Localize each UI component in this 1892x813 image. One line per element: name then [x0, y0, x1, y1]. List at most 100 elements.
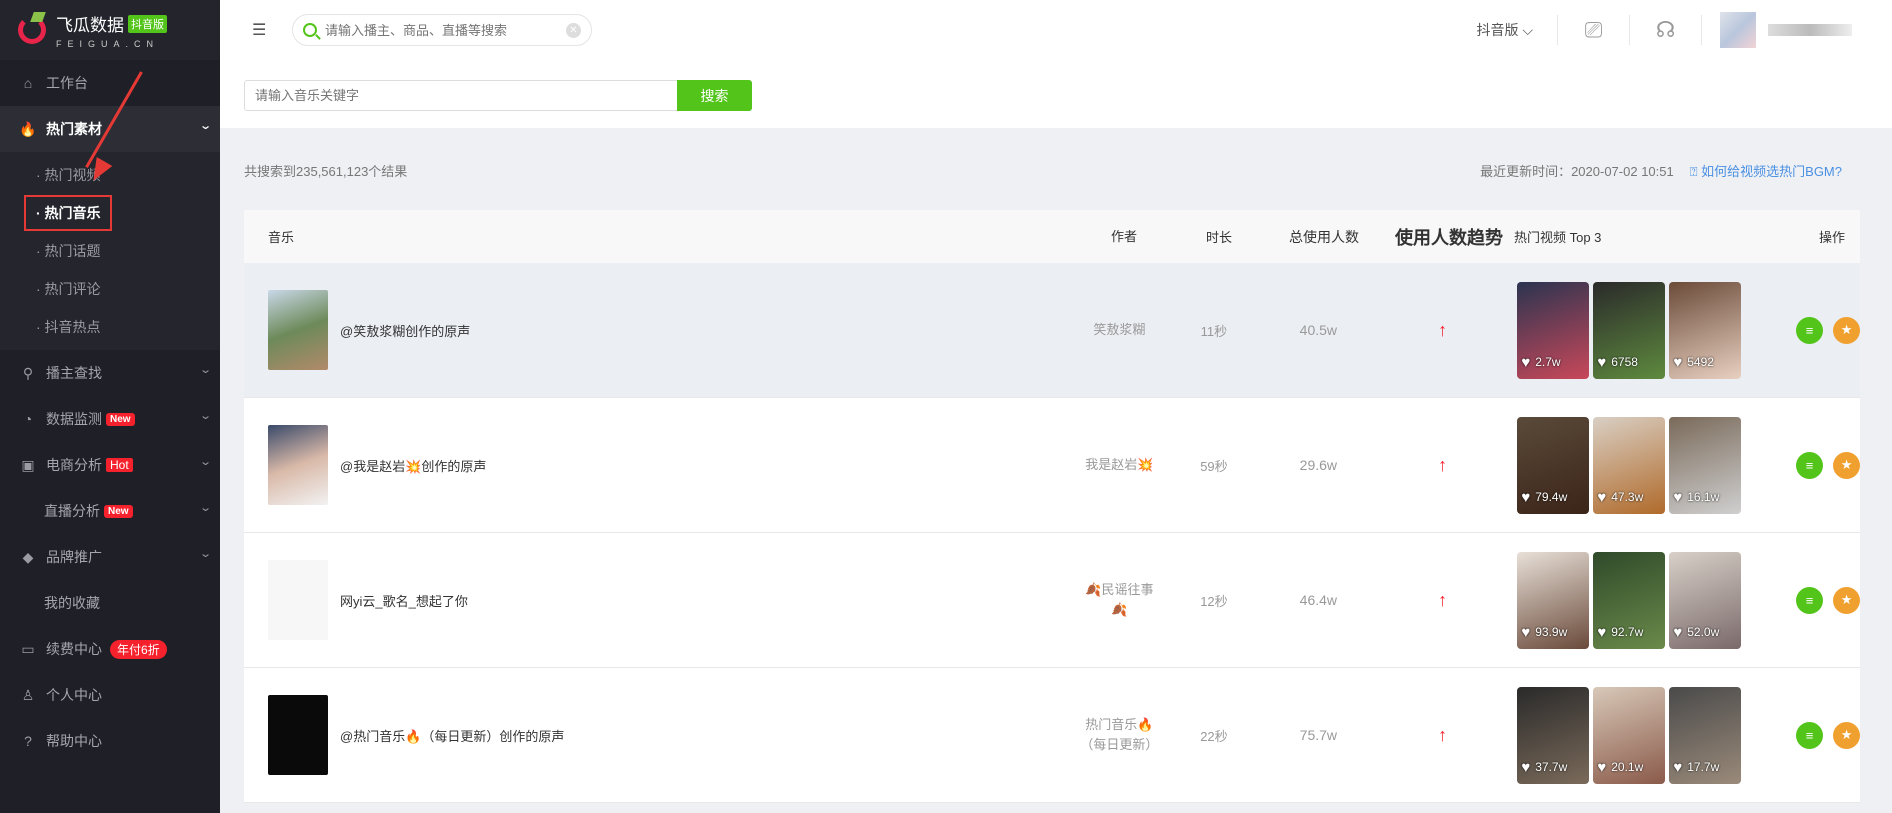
duration: 11秒: [1200, 323, 1228, 339]
sidebar-item-favorites[interactable]: 我的收藏: [0, 580, 220, 626]
sidebar-item-label: 电商分析: [46, 457, 102, 473]
favorite-button[interactable]: ★: [1833, 316, 1861, 344]
top-video-thumb[interactable]: ♥ 17.7w: [1669, 686, 1742, 784]
sidebar-item-label: 工作台: [46, 75, 88, 91]
top-video-thumb[interactable]: ♥ 2.7w: [1517, 281, 1590, 379]
top-video-thumb[interactable]: ♥ 93.9w: [1517, 551, 1590, 649]
video-likes: 37.7w: [1535, 760, 1568, 774]
list-icon: ≡: [1805, 727, 1814, 743]
detail-list-button[interactable]: ≡: [1796, 316, 1824, 344]
header-total-users: 总使用人数: [1289, 228, 1359, 245]
fire-icon: 🔥: [19, 120, 37, 137]
header-author: 作者: [1110, 228, 1137, 244]
menu-toggle-icon[interactable]: ☰: [252, 20, 272, 40]
dashboard-button[interactable]: ⎚: [1558, 15, 1630, 45]
total-users: 29.6w: [1299, 457, 1338, 473]
top-video-thumb[interactable]: ♥ 47.3w: [1593, 416, 1666, 514]
avatar[interactable]: [1720, 12, 1756, 48]
detail-list-button[interactable]: ≡: [1796, 451, 1824, 479]
sidebar-item-live-analysis[interactable]: 直播分析 New ⌄: [0, 488, 220, 534]
table-row[interactable]: 网yi云_歌名_想起了你 🍂民谣往事🍂 12秒 46.4w ↑ ♥ 93.9w ♥ 9…: [244, 533, 1861, 668]
version-label: 抖音版: [1476, 22, 1519, 38]
sidebar-item-ecommerce[interactable]: ▣ 电商分析 Hot ⌄: [0, 442, 220, 488]
heart-icon: ♥: [1673, 623, 1683, 641]
author[interactable]: 我是赵岩💥: [1070, 455, 1170, 475]
help-bgm-link[interactable]: ⍰ 如何给视频选热门BGM?: [1690, 161, 1842, 180]
music-search-input[interactable]: [244, 80, 677, 111]
sidebar-subitem-douyin-hotspots[interactable]: · 抖音热点: [0, 308, 220, 346]
sidebar-subitem-hot-comments[interactable]: · 热门评论: [0, 270, 220, 308]
music-title[interactable]: @笑敖浆糊创作的原声: [340, 321, 470, 340]
top-video-thumb[interactable]: ♥ 92.7w: [1593, 551, 1666, 649]
top-video-thumb[interactable]: ♥ 6758: [1593, 281, 1666, 379]
sidebar-item-workbench[interactable]: ⌂ 工作台: [0, 60, 220, 106]
author[interactable]: 🍂民谣往事🍂: [1070, 580, 1170, 620]
table-row[interactable]: @笑敖浆糊创作的原声 笑敖浆糊 11秒 40.5w ↑ ♥ 2.7w ♥ 6758 ♥ 5…: [244, 263, 1861, 398]
favorite-button[interactable]: ★: [1833, 586, 1861, 614]
search-button[interactable]: 搜索: [677, 80, 752, 111]
trend-up-icon: ↑: [1438, 319, 1448, 340]
top-video-thumb[interactable]: ♥ 37.7w: [1517, 686, 1590, 784]
heart-icon: ♥: [1521, 488, 1531, 506]
heart-icon: ♥: [1597, 758, 1607, 776]
search-icon: [303, 23, 317, 37]
card-icon: ▭: [21, 640, 35, 657]
top-video-thumb[interactable]: ♥ 79.4w: [1517, 416, 1590, 514]
star-icon: ★: [1840, 727, 1853, 742]
global-search: ✕: [292, 14, 592, 46]
music-cover[interactable]: [268, 425, 328, 505]
user-icon: ♙: [21, 686, 35, 703]
music-title[interactable]: @我是赵岩💥创作的原声: [340, 456, 486, 475]
music-title[interactable]: 网yi云_歌名_想起了你: [340, 591, 468, 610]
duration: 22秒: [1200, 728, 1228, 744]
sidebar-subitem-hot-videos[interactable]: · 热门视频: [0, 156, 220, 194]
scrollbar-track[interactable]: [1860, 128, 1892, 813]
sidebar-item-help[interactable]: ? 帮助中心: [0, 718, 220, 764]
star-icon: ★: [1840, 592, 1853, 607]
favorite-button[interactable]: ★: [1833, 721, 1861, 749]
list-icon: ≡: [1805, 592, 1814, 608]
global-search-input[interactable]: [325, 22, 558, 38]
author[interactable]: 笑敖浆糊: [1070, 320, 1170, 340]
heart-icon: ♥: [1521, 353, 1531, 371]
total-users: 75.7w: [1299, 727, 1338, 743]
top-video-thumb[interactable]: ♥ 5492: [1669, 281, 1742, 379]
star-icon: ★: [1840, 457, 1853, 472]
header-duration: 时长: [1205, 230, 1232, 245]
trend-up-icon: ↑: [1438, 589, 1448, 610]
top-video-thumb[interactable]: ♥ 20.1w: [1593, 686, 1666, 784]
detail-list-button[interactable]: ≡: [1796, 721, 1824, 749]
chevron-down-icon: ⌵: [1522, 21, 1533, 38]
top-video-thumb[interactable]: ♥ 52.0w: [1669, 551, 1742, 649]
sidebar-subitem-hot-topics[interactable]: · 热门话题: [0, 232, 220, 270]
video-likes: 16.1w: [1687, 490, 1720, 504]
list-icon: ≡: [1805, 322, 1814, 338]
detail-list-button[interactable]: ≡: [1796, 586, 1824, 614]
heart-icon: ♥: [1597, 353, 1607, 371]
sidebar-item-brand[interactable]: ◆ 品牌推广 ⌄: [0, 534, 220, 580]
video-likes: 52.0w: [1687, 625, 1720, 639]
music-cover[interactable]: [268, 695, 328, 775]
clear-icon[interactable]: ✕: [566, 22, 581, 38]
music-cover[interactable]: [268, 290, 328, 370]
version-dropdown[interactable]: 抖音版 ⌵: [1476, 15, 1558, 45]
music-cover[interactable]: [268, 560, 328, 640]
star-icon: ★: [1840, 322, 1853, 337]
support-button[interactable]: ☊: [1630, 15, 1702, 45]
sidebar-item-profile[interactable]: ♙ 个人中心: [0, 672, 220, 718]
author[interactable]: 热门音乐🔥（每日更新）: [1070, 715, 1170, 755]
duration: 12秒: [1200, 593, 1228, 609]
sidebar-item-creator-search[interactable]: ⚲ 播主查找 ⌄: [0, 350, 220, 396]
list-icon: ≡: [1805, 457, 1814, 473]
sidebar-item-data-monitor[interactable]: ◔ 数据监测 New ⌄: [0, 396, 220, 442]
sidebar-item-renewal[interactable]: ▭ 续费中心 年付6折: [0, 626, 220, 672]
table-row[interactable]: @热门音乐🔥（每日更新）创作的原声 热门音乐🔥（每日更新） 22秒 75.7w …: [244, 668, 1861, 803]
music-title[interactable]: @热门音乐🔥（每日更新）创作的原声: [340, 726, 564, 745]
sidebar-subitem-hot-music[interactable]: · 热门音乐: [24, 195, 112, 231]
table-row[interactable]: @我是赵岩💥创作的原声 我是赵岩💥 59秒 29.6w ↑ ♥ 79.4w ♥ 47.…: [244, 398, 1861, 533]
music-table: 音乐 作者 时长 总使用人数 使用人数趋势 热门视频 Top 3 操作 @笑敖浆…: [244, 210, 1861, 803]
logo[interactable]: 飞瓜数据 抖音版 FEIGUA.CN: [0, 0, 220, 60]
top-video-thumb[interactable]: ♥ 16.1w: [1669, 416, 1742, 514]
result-count: 共搜索到235,561,123个结果: [244, 164, 408, 179]
favorite-button[interactable]: ★: [1833, 451, 1861, 479]
